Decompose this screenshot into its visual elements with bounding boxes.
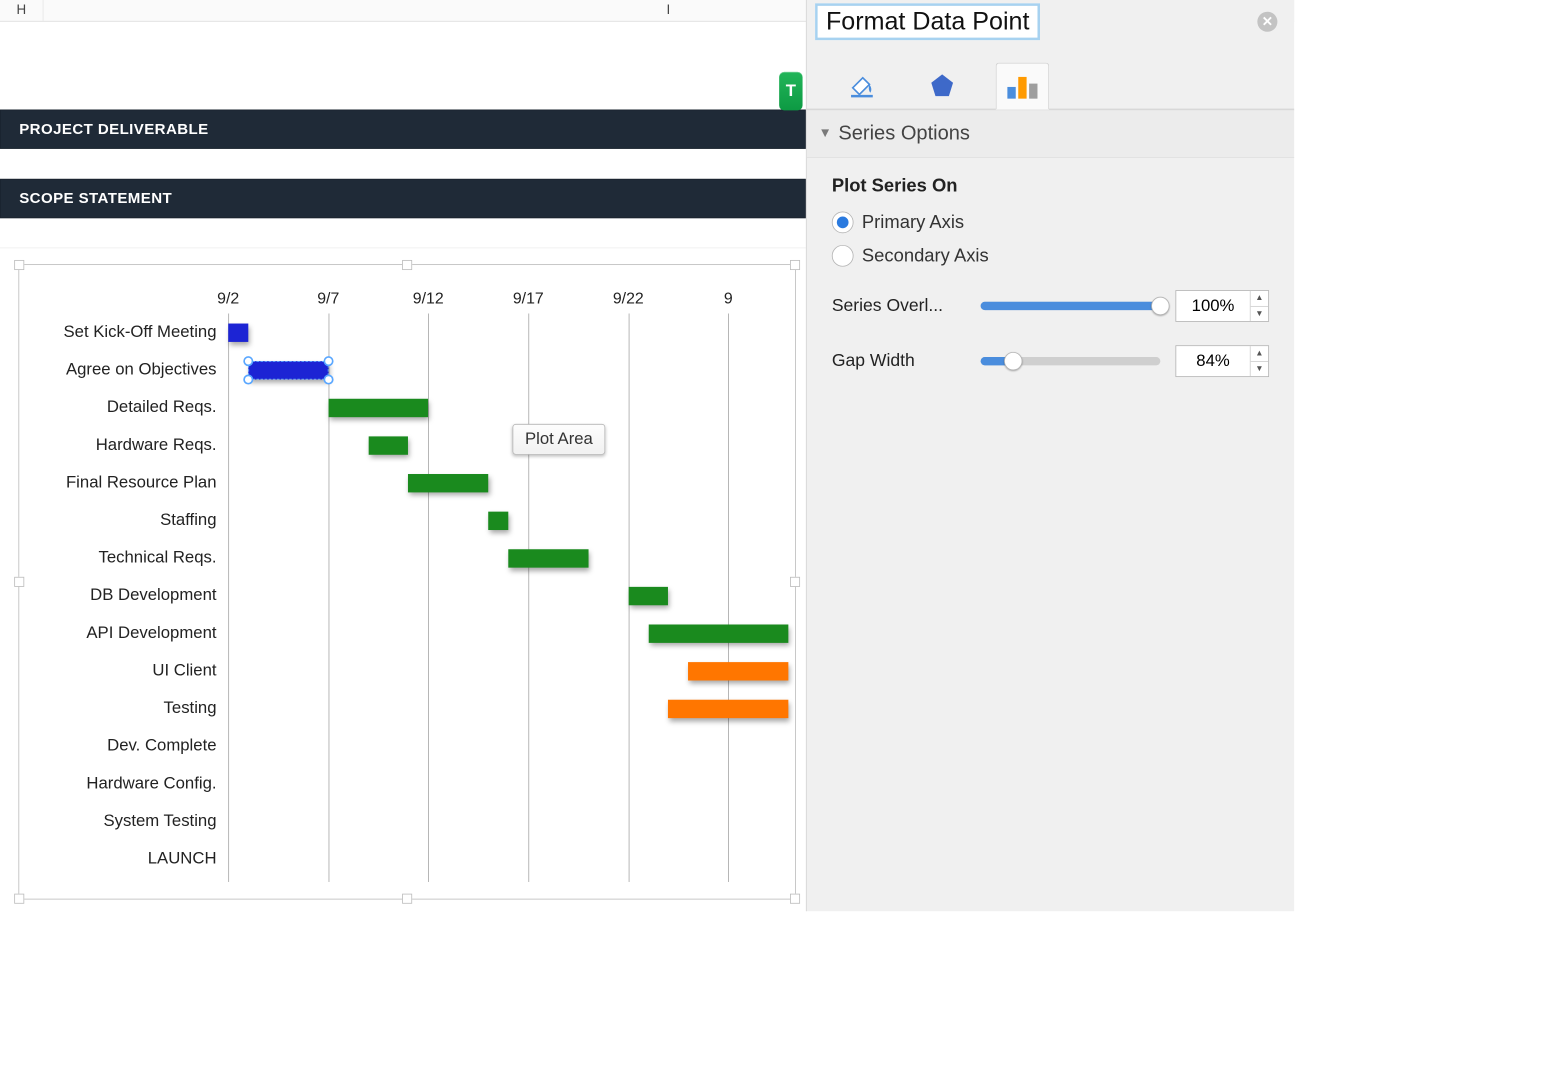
fill-tab[interactable] xyxy=(835,62,889,109)
cell-row[interactable] xyxy=(0,149,806,179)
task-label: Technical Reqs. xyxy=(98,548,216,567)
gantt-bar[interactable] xyxy=(488,511,508,529)
stepper-up-icon[interactable]: ▲ xyxy=(1251,291,1269,306)
floating-button[interactable]: T xyxy=(779,72,802,110)
radio-label: Secondary Axis xyxy=(862,245,989,267)
x-tick-label: 9/12 xyxy=(413,290,444,308)
series-overlap-slider[interactable] xyxy=(981,302,1161,310)
plot-area-tooltip: Plot Area xyxy=(512,424,605,455)
series-overlap-stepper[interactable]: 100% ▲ ▼ xyxy=(1175,290,1269,322)
series-overlap-row: Series Overl... 100% ▲ ▼ xyxy=(832,290,1269,322)
secondary-axis-radio[interactable]: Secondary Axis xyxy=(832,245,1269,267)
stepper-up-icon[interactable]: ▲ xyxy=(1251,346,1269,361)
gantt-bar[interactable] xyxy=(508,549,588,567)
task-label: API Development xyxy=(86,623,216,642)
x-tick-label: 9/22 xyxy=(613,290,644,308)
format-panel: Format Data Point ✕ ▼ Series Options xyxy=(806,0,1294,911)
worksheet-area[interactable]: T PROJECT DELIVERABLE SCOPE STATEMENT Se… xyxy=(0,22,806,912)
task-label: Set Kick-Off Meeting xyxy=(63,322,216,341)
plot-series-on-label: Plot Series On xyxy=(832,175,1269,197)
selection-handle[interactable] xyxy=(323,356,333,366)
task-label: Staffing xyxy=(160,510,216,529)
task-label: Hardware Config. xyxy=(86,774,216,793)
gantt-bar[interactable] xyxy=(328,398,428,416)
gridline xyxy=(528,314,529,882)
x-tick-label: 9/2 xyxy=(217,290,239,308)
gap-width-row: Gap Width 84% ▲ ▼ xyxy=(832,345,1269,377)
stepper-value: 100% xyxy=(1176,291,1250,321)
series-options-body: Plot Series On Primary Axis Secondary Ax… xyxy=(807,158,1294,394)
task-label: Hardware Reqs. xyxy=(96,435,217,454)
stepper-down-icon[interactable]: ▼ xyxy=(1251,306,1269,321)
radio-icon xyxy=(832,245,854,267)
task-label: Detailed Reqs. xyxy=(107,398,217,417)
slider-thumb[interactable] xyxy=(1151,297,1169,315)
gridline xyxy=(228,314,229,882)
section-title-text: Series Options xyxy=(838,122,970,145)
selection-handle[interactable] xyxy=(243,374,253,384)
task-label: UI Client xyxy=(152,661,216,680)
scope-statement-header: SCOPE STATEMENT xyxy=(0,179,806,218)
paint-bucket-icon xyxy=(848,71,876,99)
task-label: LAUNCH xyxy=(148,849,217,868)
task-label: DB Development xyxy=(90,586,216,605)
cell-row[interactable] xyxy=(0,218,806,248)
gantt-bar[interactable] xyxy=(648,624,788,642)
plot-area[interactable]: 9/29/79/129/179/229 xyxy=(228,314,788,882)
radio-label: Primary Axis xyxy=(862,212,964,234)
radio-icon xyxy=(832,212,854,234)
gridline xyxy=(428,314,429,882)
format-panel-tabs xyxy=(807,47,1294,110)
gap-width-slider[interactable] xyxy=(981,357,1161,365)
selection-handle[interactable] xyxy=(323,374,333,384)
col-header-h[interactable]: H xyxy=(0,0,43,21)
chart-object[interactable]: Set Kick-Off Meeting Agree on Objectives D… xyxy=(18,264,795,899)
task-label: System Testing xyxy=(103,811,216,830)
stepper-value: 84% xyxy=(1176,346,1250,376)
close-icon[interactable]: ✕ xyxy=(1257,12,1277,32)
task-label: Agree on Objectives xyxy=(66,360,217,379)
disclosure-triangle-icon: ▼ xyxy=(818,126,831,141)
gantt-bar[interactable] xyxy=(688,662,788,680)
stepper-down-icon[interactable]: ▼ xyxy=(1251,362,1269,377)
format-panel-title[interactable]: Format Data Point xyxy=(815,3,1040,40)
x-tick-label: 9/7 xyxy=(317,290,339,308)
selected-bar-outline xyxy=(248,361,328,379)
series-overlap-label: Series Overl... xyxy=(832,296,966,316)
effects-tab[interactable] xyxy=(915,62,969,109)
gantt-bar[interactable] xyxy=(408,474,488,492)
task-label: Dev. Complete xyxy=(107,736,216,755)
gridline xyxy=(728,314,729,882)
project-deliverable-header: PROJECT DELIVERABLE xyxy=(0,110,806,149)
series-options-tab[interactable] xyxy=(996,63,1050,110)
gantt-bar[interactable] xyxy=(668,699,788,717)
primary-axis-radio[interactable]: Primary Axis xyxy=(832,212,1269,234)
gantt-bar[interactable] xyxy=(628,586,668,604)
x-tick-label: 9 xyxy=(724,290,733,308)
slider-thumb[interactable] xyxy=(1004,352,1022,370)
x-tick-label: 9/17 xyxy=(513,290,544,308)
task-label: Testing xyxy=(164,698,217,717)
chart-body[interactable]: Set Kick-Off Meeting Agree on Objectives D… xyxy=(19,265,795,899)
gantt-bar[interactable] xyxy=(228,323,248,341)
bar-chart-icon xyxy=(1006,72,1039,100)
selection-handle[interactable] xyxy=(243,356,253,366)
pentagon-icon xyxy=(929,72,956,99)
gantt-bar[interactable] xyxy=(368,436,408,454)
gap-width-stepper[interactable]: 84% ▲ ▼ xyxy=(1175,345,1269,377)
task-label: Final Resource Plan xyxy=(66,473,217,492)
series-options-section[interactable]: ▼ Series Options xyxy=(807,110,1294,158)
gap-width-label: Gap Width xyxy=(832,351,966,371)
